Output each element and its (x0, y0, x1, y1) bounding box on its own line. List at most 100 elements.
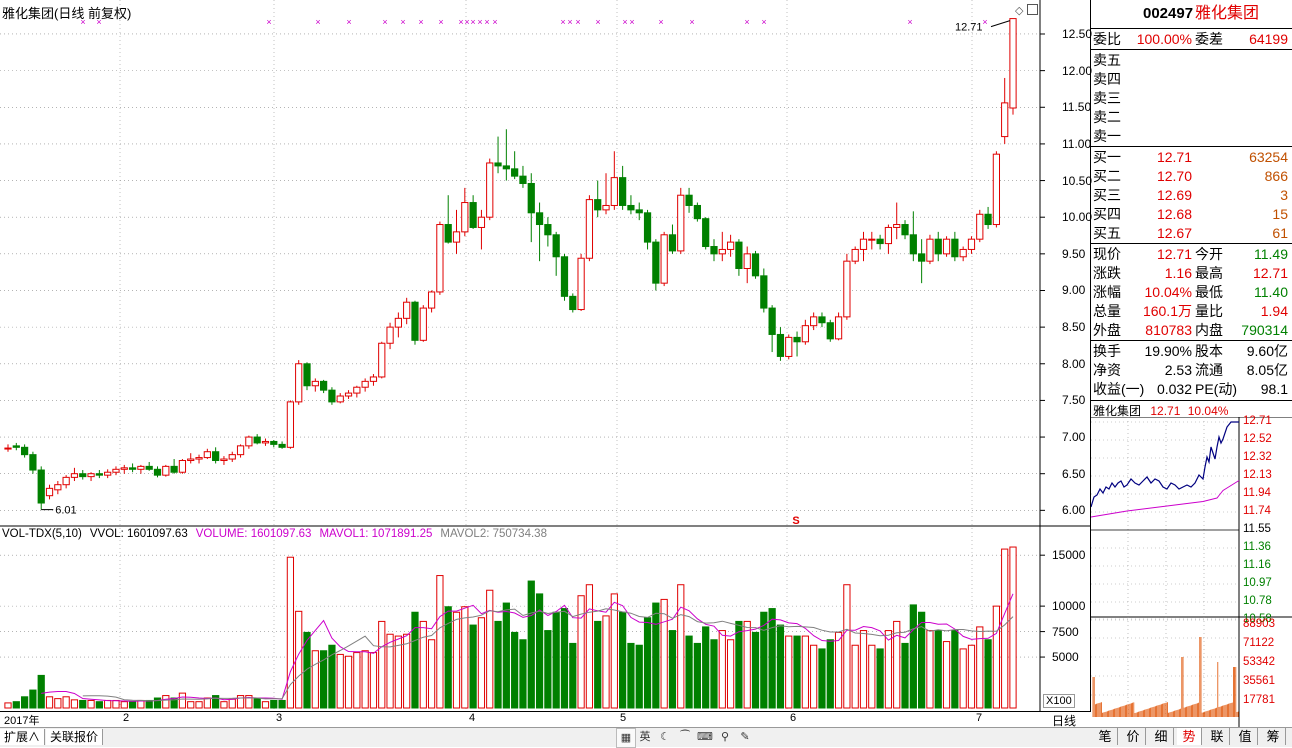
right-tab[interactable]: 价 (1121, 728, 1146, 745)
candle-body (585, 199, 594, 259)
right-tab[interactable]: 筹 (1261, 728, 1286, 745)
volume-bar (394, 635, 402, 709)
candle-body (602, 204, 610, 211)
right-tab[interactable]: 联 (1205, 728, 1230, 745)
vol-indicator-name[interactable]: VOL-TDX(5,10) (2, 528, 82, 540)
sell-row[interactable]: 卖二 (1093, 108, 1290, 126)
volume-bar (378, 620, 386, 709)
stat-label: 现价 (1093, 246, 1121, 262)
volume-bar (203, 697, 211, 709)
volume-bar (469, 624, 477, 709)
candle-body (486, 162, 494, 218)
volume-bar (967, 644, 976, 709)
restore-icon[interactable]: ◇ (1015, 4, 1023, 17)
candle-body (137, 465, 145, 470)
volume-bar (992, 605, 1001, 709)
mini-price-label: 10.78 (1243, 595, 1272, 607)
volume-bar (909, 604, 917, 709)
candle-body (245, 436, 253, 447)
candle-body (336, 395, 344, 403)
stat-row: 涨幅 10.04% 最低 11.40 (1093, 283, 1290, 301)
volume-bar (195, 701, 203, 709)
related-quote-tab[interactable]: 关联报价 (46, 729, 104, 745)
right-tab[interactable]: 笔 (1093, 728, 1118, 745)
link-icon[interactable]: ⚲ (716, 728, 734, 746)
weibi-label: 委比 (1093, 31, 1121, 47)
candle-body (702, 218, 710, 248)
volume-bar (635, 644, 643, 709)
candle-body (926, 238, 934, 262)
sell-row[interactable]: 卖一 (1093, 127, 1290, 145)
candle-body (361, 380, 369, 388)
candle-body (569, 295, 577, 311)
buy-volume: 866 (1264, 168, 1288, 184)
right-tab[interactable]: 值 (1233, 728, 1258, 745)
price-axis-label: 10.50 (1062, 173, 1093, 188)
volume-bar (228, 698, 236, 709)
buy-row[interactable]: 买二 12.70 866 (1093, 167, 1290, 185)
moon-icon[interactable]: ☾ (656, 728, 674, 746)
candle-body (677, 194, 685, 252)
candle-body (427, 291, 436, 309)
buy-row[interactable]: 买一 12.71 63254 (1093, 148, 1290, 166)
volume-bar (278, 699, 286, 709)
low-price-label: 6.01 (55, 505, 76, 517)
candle-body (70, 473, 79, 478)
price-axis-label: 10.00 (1062, 210, 1093, 225)
window-toggle-icon[interactable] (1027, 4, 1038, 15)
candle-body (859, 238, 868, 250)
candle-body (104, 471, 112, 476)
mini-volume-label: 53342 (1243, 656, 1275, 668)
sell-row[interactable]: 卖三 (1093, 89, 1290, 107)
candle-body (776, 333, 785, 357)
mini-volume-label: 35561 (1243, 675, 1275, 687)
kline-chart[interactable]: × × × × × × × × × × × × × × × × × × × × × × × × × × ×12.716.01S (0, 0, 1090, 712)
stat-row: 外盘 810783 内盘 790314 (1093, 321, 1290, 339)
volume-bar (386, 633, 394, 709)
sell-row[interactable]: 卖五 (1093, 51, 1290, 69)
volume-bar (859, 630, 868, 709)
volume-bar (461, 606, 469, 709)
grid-icon[interactable]: ▦ (616, 728, 636, 748)
mini-price-label: 12.71 (1243, 415, 1272, 427)
english-icon[interactable]: 英 (636, 728, 654, 746)
right-tab[interactable]: 细 (1149, 728, 1174, 745)
volume-bar (369, 652, 378, 709)
volume-axis-label: 7500 (1052, 624, 1079, 639)
volume-unit-label[interactable]: X100 (1043, 694, 1075, 708)
volume-bar (137, 699, 145, 709)
fundamental-value: 9.60亿 (1246, 343, 1288, 359)
buy-price: 12.67 (1156, 225, 1192, 241)
volume-bar (710, 639, 718, 709)
candle-body (386, 326, 394, 344)
buy-label: 买三 (1093, 187, 1121, 203)
stat-label: 最低 (1195, 284, 1223, 300)
sell-label: 卖四 (1093, 71, 1121, 87)
signal-marker: × (418, 17, 423, 27)
price-axis-label: 7.50 (1062, 393, 1086, 408)
candle-body (511, 168, 519, 177)
mavol1-value: MAVOL1: 1071891.25 (319, 528, 433, 540)
buy-row[interactable]: 买三 12.69 3 (1093, 186, 1290, 204)
candle-body (942, 238, 951, 255)
candle-body (228, 454, 236, 460)
volume-bar (768, 608, 776, 709)
expand-tab[interactable]: 扩展∧ (0, 729, 46, 745)
stat-value: 12.71 (1156, 246, 1192, 262)
signal-marker: × (744, 17, 749, 27)
kline-chart-area[interactable]: 雅化集团(日线 前复权) × × × × × × × × × × × × × × × × × × × × × × × × × × ×… (0, 0, 1093, 712)
buy-label: 买四 (1093, 206, 1121, 222)
candle-body (726, 241, 735, 250)
wrench-icon[interactable]: ✎ (736, 728, 754, 746)
candle-body (1009, 18, 1017, 109)
buy-row[interactable]: 买五 12.67 61 (1093, 224, 1290, 242)
volume-bar (20, 696, 29, 709)
tail-icon[interactable]: ⁀ (676, 728, 694, 746)
keyboard-icon[interactable]: ⌨ (696, 728, 714, 746)
sell-row[interactable]: 卖四 (1093, 70, 1290, 88)
right-tab[interactable]: 势 (1177, 728, 1202, 745)
volume-bar (361, 650, 369, 709)
buy-row[interactable]: 买四 12.68 15 (1093, 205, 1290, 223)
quote-panel: 002497 雅化集团 委比 100.00% 委差 64199 卖五 卖四 卖三… (1091, 0, 1292, 727)
x-label-feb: 2 (123, 712, 130, 724)
